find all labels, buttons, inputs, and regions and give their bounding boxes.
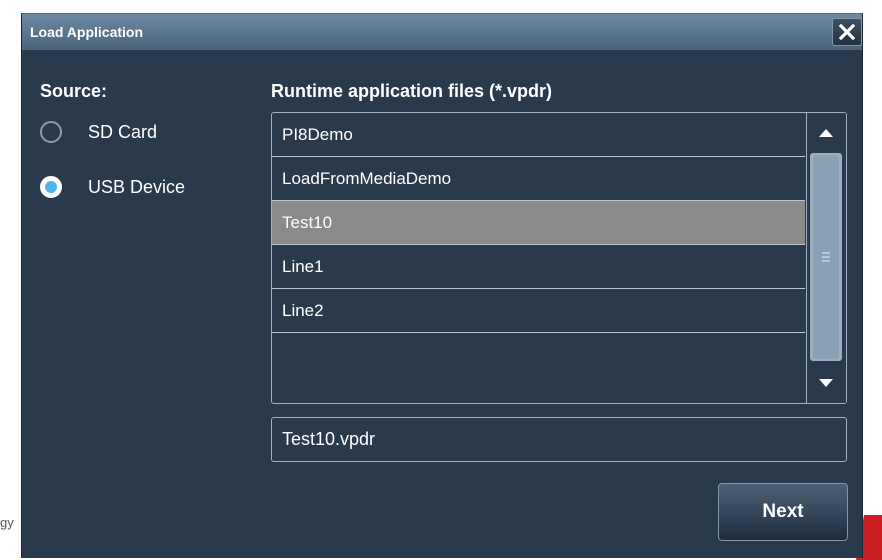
close-button[interactable]: [832, 18, 862, 46]
radio-selected-dot: [45, 181, 57, 193]
scroll-down-button[interactable]: [810, 367, 842, 399]
load-application-dialog: Load Application Source: SD Card USB Dev…: [21, 13, 863, 558]
radio-usb-device-label: USB Device: [88, 176, 186, 197]
radio-sd-card-circle[interactable]: [40, 121, 62, 143]
list-item[interactable]: LoadFromMediaDemo: [272, 157, 805, 201]
list-empty-area: [272, 333, 805, 395]
list-item[interactable]: Line2: [272, 289, 805, 333]
scroll-track[interactable]: [810, 153, 842, 361]
scroll-up-button[interactable]: [810, 117, 842, 149]
radio-usb-device[interactable]: USB Device: [40, 171, 185, 203]
arrow-up-icon: [819, 129, 833, 137]
list-item[interactable]: Line1: [272, 245, 805, 289]
scroll-thumb[interactable]: [813, 155, 839, 359]
close-icon: [839, 24, 855, 40]
radio-sd-card[interactable]: SD Card: [40, 116, 157, 148]
list-item[interactable]: PI8Demo: [272, 113, 805, 157]
source-label: Source:: [40, 81, 108, 101]
file-list-rows: PI8Demo LoadFromMediaDemo Test10 Line1 L…: [272, 113, 805, 395]
filename-field[interactable]: [271, 417, 847, 462]
list-item-selected[interactable]: Test10: [272, 201, 805, 245]
runtime-files-label: Runtime application files (*.vpdr): [271, 81, 553, 101]
dialog-titlebar: Load Application: [22, 14, 862, 50]
grip-lines-icon: [822, 252, 830, 262]
arrow-down-icon: [819, 379, 833, 387]
next-button[interactable]: Next: [718, 483, 848, 541]
radio-usb-device-circle[interactable]: [40, 176, 62, 198]
file-list-scrollbar[interactable]: [806, 113, 846, 403]
file-list[interactable]: PI8Demo LoadFromMediaDemo Test10 Line1 L…: [271, 112, 847, 404]
radio-sd-card-label: SD Card: [88, 121, 158, 142]
background-text-fragment: gy: [0, 515, 14, 530]
dialog-title: Load Application: [30, 24, 144, 40]
